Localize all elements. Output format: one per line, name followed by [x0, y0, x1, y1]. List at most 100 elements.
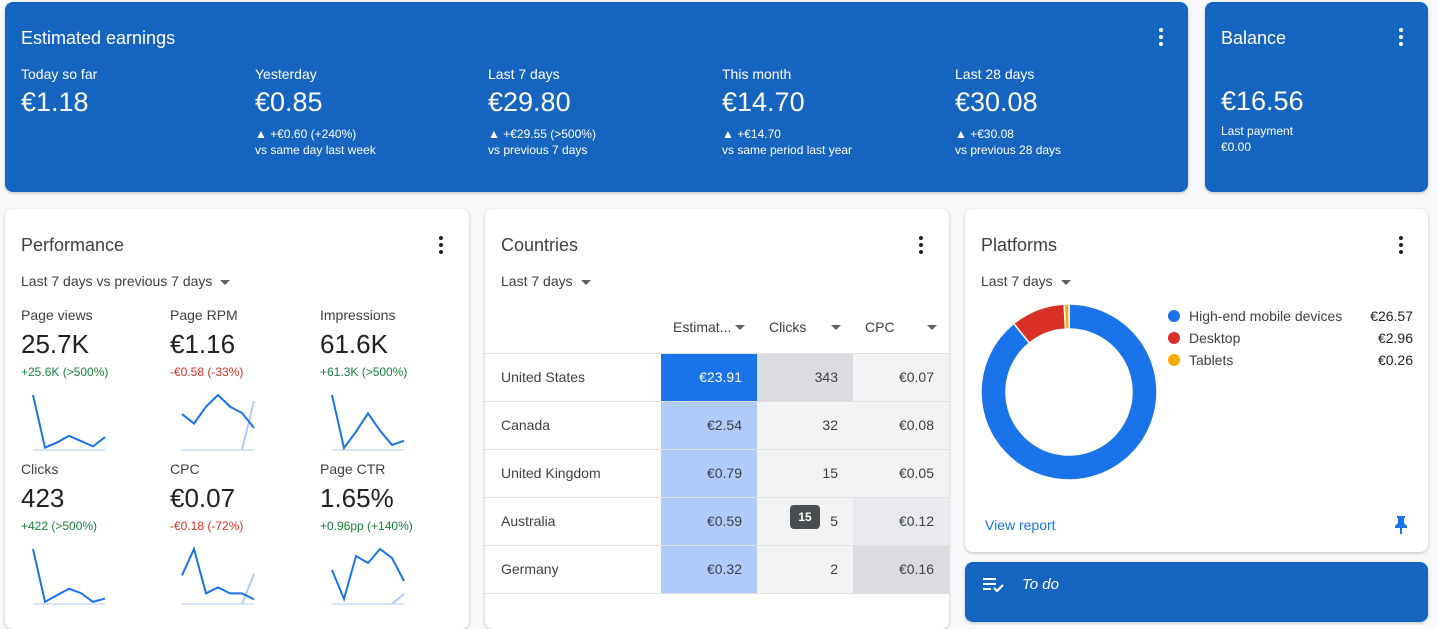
- table-row[interactable]: United Kingdom €0.79 15 €0.05: [485, 449, 949, 498]
- sparkline-chart: [32, 548, 106, 605]
- view-report-link[interactable]: View report: [985, 517, 1056, 533]
- more-options-icon[interactable]: [431, 235, 451, 255]
- header-label: Estimat...: [673, 318, 732, 335]
- metric-label: Today so far: [21, 66, 98, 82]
- countries-table: Estimat... Clicks CPC United States €23.9…: [485, 301, 949, 594]
- metric-label: Yesterday: [255, 66, 317, 82]
- legend-label: Tablets: [1189, 352, 1234, 368]
- metric-label: Impressions: [320, 307, 396, 323]
- metric-value: €1.18: [21, 87, 89, 117]
- column-header-clicks[interactable]: Clicks: [757, 301, 853, 354]
- metric-change: -€0.18 (-72%): [170, 519, 244, 533]
- more-options-icon[interactable]: [1391, 27, 1411, 47]
- earnings-cell: €0.79: [661, 449, 757, 498]
- sparkline-chart: [331, 547, 405, 605]
- metric-today: Today so far €1.18: [21, 66, 97, 118]
- column-header-earnings[interactable]: Estimat...: [661, 301, 757, 354]
- column-header-cpc[interactable]: CPC: [853, 301, 949, 354]
- metric-last-7-days: Last 7 days €29.80 ▲ +€29.55 (>500%) vs p…: [488, 66, 596, 158]
- donut-slice-tablets[interactable]: [1063, 303, 1070, 330]
- metric-compare: vs previous 7 days: [488, 143, 588, 157]
- donut-slice-high-end-mobile-devices[interactable]: [980, 303, 1158, 481]
- date-range-dropdown[interactable]: Last 7 days: [501, 273, 591, 289]
- legend-dot-icon: [1168, 354, 1180, 366]
- caret-down-icon: [1060, 279, 1071, 285]
- balance-card: Balance €16.56 Last payment €0.00: [1205, 2, 1428, 192]
- metric-label: Page RPM: [170, 307, 238, 323]
- last-payment-label: Last payment: [1221, 124, 1294, 138]
- metric-label: Last 7 days: [488, 66, 560, 82]
- metric-value: €30.08: [955, 87, 1038, 117]
- metric-label: Page views: [21, 307, 93, 323]
- date-range-dropdown[interactable]: Last 7 days: [981, 273, 1071, 289]
- header-label: Clicks: [769, 318, 807, 335]
- sparkline-series: [181, 546, 255, 601]
- performance-metric[interactable]: Page views 25.7K +25.6K (>500%): [21, 307, 161, 379]
- sort-caret-icon: [735, 324, 745, 330]
- performance-metric[interactable]: Page RPM €1.16 -€0.58 (-33%): [170, 307, 310, 379]
- cpc-cell: €0.16: [853, 545, 949, 594]
- sparkline-series: [331, 394, 405, 451]
- performance-metric[interactable]: Page CTR 1.65% +0.96pp (+140%): [320, 461, 460, 533]
- clicks-cell: 15: [757, 449, 853, 498]
- date-range-dropdown[interactable]: Last 7 days vs previous 7 days: [21, 273, 231, 289]
- table-row[interactable]: Canada €2.54 32 €0.08: [485, 401, 949, 450]
- metric-value: €14.70: [722, 87, 805, 117]
- clicks-cell: 343: [757, 353, 853, 402]
- clicks-cell: 32: [757, 401, 853, 450]
- date-range-label: Last 7 days vs previous 7 days: [21, 273, 213, 289]
- platforms-donut-chart: [980, 303, 1158, 481]
- more-options-icon[interactable]: [1151, 27, 1171, 47]
- metric-value: 1.65%: [320, 483, 394, 513]
- metric-label: CPC: [170, 461, 200, 477]
- metric-label: Last 28 days: [955, 66, 1035, 82]
- performance-metric[interactable]: Impressions 61.6K +61.3K (>500%): [320, 307, 460, 379]
- card-title: Countries: [501, 235, 579, 255]
- metric-value: €29.80: [488, 87, 571, 117]
- legend-value: €26.57: [1370, 308, 1413, 324]
- estimated-earnings-card: Estimated earnings Today so far €1.18 Ye…: [5, 2, 1188, 192]
- metric-value: 61.6K: [320, 329, 388, 359]
- cpc-cell: €0.07: [853, 353, 949, 402]
- earnings-cell: €0.59: [661, 497, 757, 546]
- table-row[interactable]: United States €23.91 343 €0.07: [485, 353, 949, 402]
- metric-change: +422 (>500%): [21, 519, 98, 533]
- last-payment-value: €0.00: [1221, 140, 1252, 154]
- metric-label: Page CTR: [320, 461, 386, 477]
- card-title: Performance: [21, 235, 125, 255]
- cpc-cell: €0.08: [853, 401, 949, 450]
- legend-label: Desktop: [1189, 330, 1241, 346]
- metric-value: €0.85: [255, 87, 323, 117]
- country-cell: Germany: [485, 545, 661, 594]
- metric-compare: vs previous 28 days: [955, 143, 1062, 157]
- metric-this-month: This month €14.70 ▲ +€14.70 vs same perio…: [722, 66, 852, 158]
- sparkline-series: [32, 548, 106, 604]
- metric-value: €0.07: [170, 483, 236, 513]
- performance-metric[interactable]: CPC €0.07 -€0.18 (-72%): [170, 461, 310, 533]
- performance-card: Performance Last 7 days vs previous 7 da…: [5, 209, 469, 629]
- metric-change: +0.96pp (+140%): [320, 519, 413, 533]
- table-row[interactable]: Australia €0.59 5 €0.12: [485, 497, 949, 546]
- todo-card[interactable]: To do: [965, 562, 1428, 622]
- more-options-icon[interactable]: [1391, 235, 1411, 255]
- legend-item[interactable]: Desktop €2.96: [1168, 330, 1413, 346]
- legend-item[interactable]: Tablets €0.26: [1168, 352, 1413, 368]
- pin-icon[interactable]: [1394, 516, 1408, 534]
- sparkline-chart: [181, 546, 255, 605]
- sparkline-chart: [331, 394, 405, 451]
- sort-caret-icon: [831, 324, 841, 330]
- checklist-icon: [983, 578, 1004, 593]
- legend-item[interactable]: High-end mobile devices €26.57: [1168, 308, 1413, 324]
- country-cell: Canada: [485, 401, 661, 450]
- date-range-label: Last 7 days: [981, 273, 1053, 289]
- performance-metric[interactable]: Clicks 423 +422 (>500%): [21, 461, 161, 533]
- sparkline-series: [331, 547, 405, 603]
- more-options-icon[interactable]: [911, 235, 931, 255]
- metric-value: 25.7K: [21, 329, 89, 359]
- sort-caret-icon: [927, 324, 937, 330]
- cpc-cell: €0.12: [853, 497, 949, 546]
- table-row[interactable]: Germany €0.32 2 €0.16: [485, 545, 949, 594]
- sparkline-previous-period: [391, 593, 405, 605]
- tooltip: 15: [790, 505, 820, 529]
- cpc-cell: €0.05: [853, 449, 949, 498]
